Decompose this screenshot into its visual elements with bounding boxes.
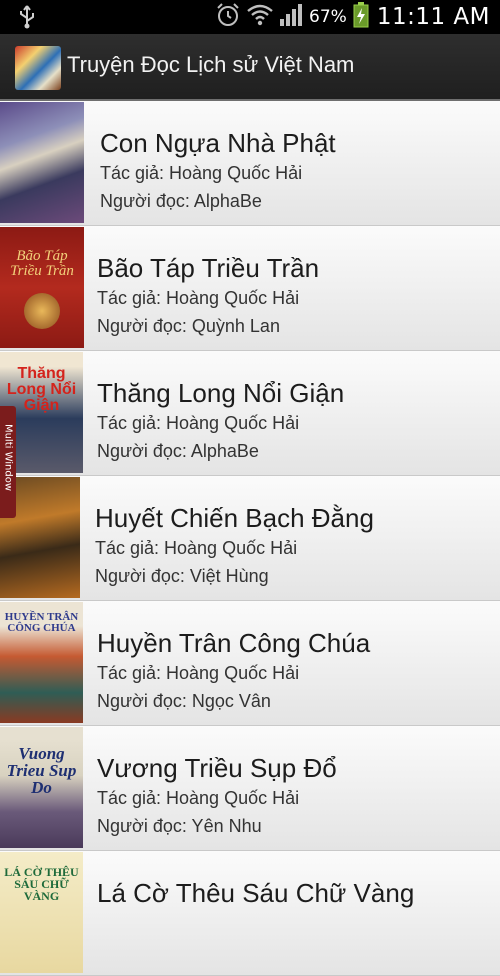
book-cover-image: LÁ CỜ THÊU SÁU CHỮ VÀNG <box>0 852 83 973</box>
book-reader: Người đọc: Việt Hùng <box>95 566 269 586</box>
book-title: Thăng Long Nổi Giận <box>97 378 345 408</box>
book-list: Con Ngựa Nhà Phật Tác giả: Hoàng Quốc Hả… <box>0 101 500 976</box>
book-title: Bão Táp Triều Trần <box>97 253 320 283</box>
multi-window-label: Multi Window <box>2 423 14 492</box>
book-list-item[interactable]: Huyết Chiến Bạch Đằng Tác giả: Hoàng Quố… <box>0 476 500 601</box>
status-clock: 11:11 AM <box>376 4 490 30</box>
usb-icon <box>16 4 38 34</box>
book-title: Huyền Trân Công Chúa <box>97 628 371 658</box>
book-title: Lá Cờ Thêu Sáu Chữ Vàng <box>97 878 415 908</box>
alarm-icon <box>215 2 241 32</box>
book-author: Tác giả: Hoàng Quốc Hải <box>97 288 300 308</box>
book-reader: Người đọc: Yên Nhu <box>97 816 262 836</box>
book-list-item[interactable]: HUYỀN TRÂN CÔNG CHÚA Huyền Trân Công Chú… <box>0 601 500 726</box>
wifi-icon <box>247 3 273 31</box>
app-title: Truyện Đọc Lịch sử Việt Nam <box>67 52 355 77</box>
book-cover-title: LÁ CỜ THÊU SÁU CHỮ VÀNG <box>4 865 79 903</box>
book-list-item[interactable]: Con Ngựa Nhà Phật Tác giả: Hoàng Quốc Hả… <box>0 101 500 226</box>
book-cover-title: Bão Táp Triều Trần <box>10 248 74 279</box>
book-reader: Người đọc: Quỳnh Lan <box>97 316 280 336</box>
book-list-item[interactable]: Vuong Trieu Sup Do Vương Triều Sụp Đổ Tá… <box>0 726 500 851</box>
book-reader: Người đọc: AlphaBe <box>97 441 259 461</box>
app-logo-icon[interactable] <box>15 46 61 90</box>
signal-icon <box>279 3 303 31</box>
book-list-item[interactable]: Thăng Long Nổi Giận Thăng Long Nổi Giận … <box>0 351 500 476</box>
battery-percent: 67% <box>309 7 347 27</box>
book-reader: Người đọc: AlphaBe <box>100 191 262 211</box>
book-author: Tác giả: Hoàng Quốc Hải <box>97 413 300 433</box>
book-author: Tác giả: Hoàng Quốc Hải <box>100 163 303 183</box>
book-cover-image: Vuong Trieu Sup Do <box>0 727 83 848</box>
book-author: Tác giả: Hoàng Quốc Hải <box>95 538 298 558</box>
book-cover-title: Vuong Trieu Sup Do <box>6 744 77 797</box>
book-cover-image: Bão Táp Triều Trần <box>0 227 84 348</box>
book-title: Vương Triều Sụp Đổ <box>97 753 337 783</box>
status-bar: 67% 11:11 AM <box>0 0 500 34</box>
book-title: Huyết Chiến Bạch Đằng <box>95 503 374 533</box>
book-list-item[interactable]: Bão Táp Triều Trần Bão Táp Triều Trần Tá… <box>0 226 500 351</box>
battery-charging-icon <box>353 2 369 32</box>
book-author: Tác giả: Hoàng Quốc Hải <box>97 663 300 683</box>
book-cover-image: HUYỀN TRÂN CÔNG CHÚA <box>0 602 83 723</box>
book-cover-image <box>0 102 84 223</box>
action-bar: Truyện Đọc Lịch sử Việt Nam <box>0 34 500 101</box>
book-author: Tác giả: Hoàng Quốc Hải <box>97 788 300 808</box>
book-cover-title: HUYỀN TRÂN CÔNG CHÚA <box>4 611 79 634</box>
book-reader: Người đọc: Ngọc Vân <box>97 691 271 711</box>
book-title: Con Ngựa Nhà Phật <box>100 128 336 158</box>
book-list-item[interactable]: LÁ CỜ THÊU SÁU CHỮ VÀNG Lá Cờ Thêu Sáu C… <box>0 851 500 976</box>
cover-emblem <box>24 293 60 329</box>
multi-window-tab[interactable]: Multi Window <box>0 406 16 518</box>
